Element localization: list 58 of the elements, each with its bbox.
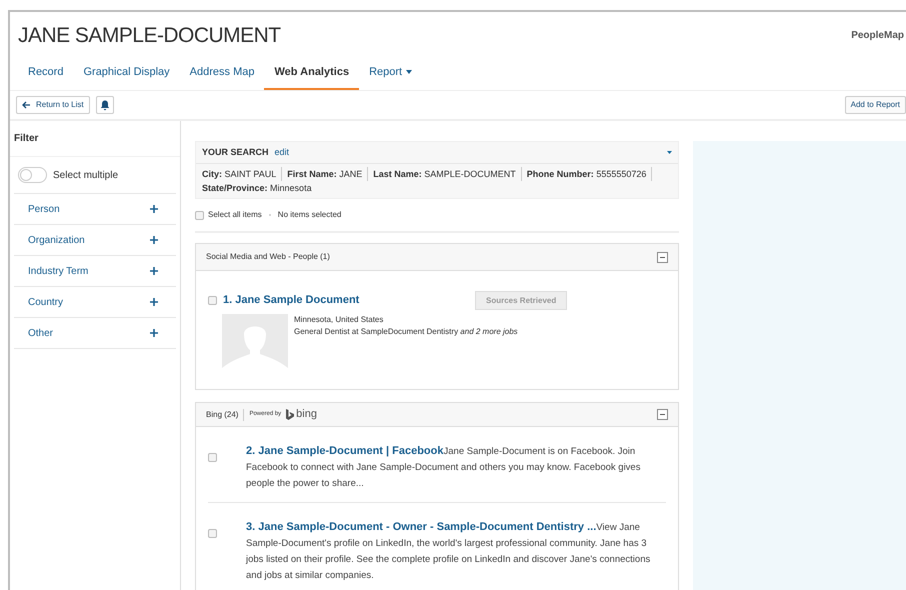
edit-link[interactable]: edit xyxy=(274,146,290,160)
tab[interactable]: Graphical Display xyxy=(73,62,180,90)
result-snippet: 3. Jane Sample-Document - Owner - Sample-Document Dentistry ...View Jane Sample-Document's profile on LinkedIn, the world's largest professional community. Jane has 3 jobs listed on their profile. See the complete profile on LinkedIn and discover Jane's connections and jobs at similar companies. xyxy=(246,520,652,583)
plus-icon xyxy=(150,329,158,337)
brand-label: PeopleMap xyxy=(851,29,904,44)
plus-icon xyxy=(150,205,158,213)
result-title-link[interactable]: 2. Jane Sample-Document | Facebook xyxy=(246,445,444,457)
collapse-icon[interactable] xyxy=(657,252,668,262)
location-text: Minnesota, United States xyxy=(294,314,384,326)
search-criterion: Phone Number: 5555550726 xyxy=(526,167,652,181)
search-criterion: First Name: JANE xyxy=(287,167,368,181)
tab[interactable]: Report xyxy=(359,62,422,90)
result-snippet: 2. Jane Sample-Document | FacebookJane Sample-Document is on Facebook. Join Facebook to connect with Jane Sample-Document and others you may know. Facebook gives people the power to share... xyxy=(246,444,642,491)
plus-icon xyxy=(150,298,158,306)
select-all-label: Select all items xyxy=(208,209,262,221)
collapse-icon[interactable] xyxy=(657,409,668,420)
toggle-switch[interactable] xyxy=(18,167,47,183)
toggle-label: Select multiple xyxy=(53,168,118,182)
search-criterion: City: SAINT PAUL xyxy=(202,167,282,181)
tab[interactable]: Web Analytics xyxy=(264,62,360,90)
filter-label: Organization xyxy=(28,234,85,248)
filter-label: Other xyxy=(28,326,54,340)
plus-icon xyxy=(150,236,158,244)
checkbox[interactable] xyxy=(208,453,217,462)
checkbox[interactable] xyxy=(195,210,204,220)
result-title-link[interactable]: 3. Jane Sample-Document - Owner - Sample-Document Dentistry ... xyxy=(246,521,596,533)
checkbox[interactable] xyxy=(208,529,217,538)
bell-icon xyxy=(100,100,110,110)
notifications-button[interactable] xyxy=(96,96,114,114)
filter-item[interactable]: Person xyxy=(14,194,176,225)
separator-dot-icon xyxy=(268,214,271,216)
filter-item[interactable]: Other xyxy=(14,318,176,349)
job-text: General Dentist at SampleDocument Dentistry and 2 more jobs xyxy=(294,326,518,338)
return-to-list-button[interactable]: Return to List xyxy=(16,96,90,114)
result-title-link[interactable]: 1. Jane Sample Document xyxy=(223,292,475,309)
add-to-report-button[interactable]: Add to Report xyxy=(844,96,906,114)
filter-label: Person xyxy=(28,202,60,216)
filter-item[interactable]: Organization xyxy=(14,225,176,256)
selection-status: No items selected xyxy=(278,209,342,221)
section-title: Social Media and Web - People (1) xyxy=(206,251,330,263)
bing-logo-icon xyxy=(286,409,294,420)
caret-icon[interactable] xyxy=(667,151,672,154)
checkbox[interactable] xyxy=(208,296,217,305)
search-criterion: State/Province: Minnesota xyxy=(202,182,313,195)
tab[interactable]: Address Map xyxy=(180,62,264,90)
filter-item[interactable]: Industry Term xyxy=(14,256,176,287)
filter-item[interactable]: Country xyxy=(14,287,176,318)
filter-label: Country xyxy=(28,296,64,310)
section-title: Bing (24) xyxy=(206,408,244,420)
plus-icon xyxy=(150,267,158,275)
search-title: YOUR SEARCH xyxy=(202,146,269,159)
page-title: JANE SAMPLE-DOCUMENT xyxy=(18,23,281,49)
tab[interactable]: Record xyxy=(18,62,74,90)
filter-label: Industry Term xyxy=(28,264,88,278)
filter-title: Filter xyxy=(10,121,180,157)
bing-logo-text: bing xyxy=(296,409,317,420)
search-criterion: Last Name: SAMPLE-DOCUMENT xyxy=(373,167,522,181)
left-arrow-icon xyxy=(22,101,31,109)
